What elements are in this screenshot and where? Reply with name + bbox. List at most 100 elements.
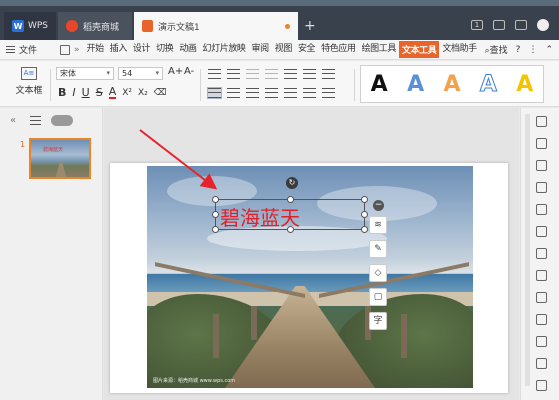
- numbered-list-icon[interactable]: [227, 69, 240, 79]
- align-center-icon[interactable]: [227, 88, 240, 98]
- menu-item-insert[interactable]: 插入: [107, 41, 130, 58]
- text-style-icon[interactable]: 字: [369, 312, 387, 330]
- slide-number: 1: [20, 140, 26, 149]
- clear-format-button[interactable]: ⌫: [154, 88, 167, 98]
- slide-thumbnail[interactable]: 碧海蓝天: [29, 138, 91, 179]
- save-icon[interactable]: [60, 44, 70, 55]
- distribute-icon[interactable]: [284, 88, 297, 98]
- menu-item-features[interactable]: 特色应用: [318, 41, 358, 58]
- select-icon[interactable]: [536, 138, 547, 149]
- strikethrough-button[interactable]: S: [96, 86, 103, 99]
- cube-icon[interactable]: [515, 20, 527, 30]
- italic-button[interactable]: I: [72, 86, 75, 99]
- avatar[interactable]: [537, 19, 549, 31]
- shape-icon[interactable]: [536, 160, 547, 171]
- more-options-icon[interactable]: ⋮: [528, 45, 537, 55]
- rotate-handle-icon[interactable]: ↻: [286, 177, 298, 189]
- bullet-list-icon[interactable]: [208, 69, 221, 79]
- align-left-icon[interactable]: [207, 87, 222, 99]
- menu-item-text-tools[interactable]: 文本工具: [398, 41, 440, 58]
- menu-item-transition[interactable]: 切换: [153, 41, 176, 58]
- file-menu[interactable]: 文件: [0, 43, 56, 56]
- menu-item-home[interactable]: 开始: [84, 41, 107, 58]
- shrink-font-button[interactable]: A-: [184, 66, 194, 77]
- menu-item-slideshow[interactable]: 幻灯片放映: [200, 41, 249, 58]
- layers-icon[interactable]: ≋: [369, 216, 387, 234]
- collapse-toolbar-icon[interactable]: −: [373, 200, 384, 211]
- bold-button[interactable]: B: [58, 86, 66, 99]
- vertical-align-icon[interactable]: [322, 88, 335, 98]
- divider: [354, 69, 355, 101]
- slides-view-toggle[interactable]: [51, 114, 74, 126]
- settings-icon[interactable]: [536, 204, 547, 215]
- tab-shop[interactable]: 稻壳商城: [58, 12, 132, 40]
- resize-handle[interactable]: [212, 196, 219, 203]
- layout-icon[interactable]: [536, 270, 547, 281]
- increase-indent-icon[interactable]: [265, 69, 278, 79]
- menu-item-design[interactable]: 设计: [130, 41, 153, 58]
- menu-item-security[interactable]: 安全: [295, 41, 318, 58]
- resize-handle[interactable]: [361, 211, 368, 218]
- resize-handle[interactable]: [212, 211, 219, 218]
- text-style-black[interactable]: A: [371, 72, 388, 97]
- tab-document[interactable]: 演示文稿1: [134, 12, 298, 40]
- text-style-yellow[interactable]: A: [516, 72, 533, 97]
- vertical-scrollbar[interactable]: [525, 114, 530, 386]
- menu-item-animation[interactable]: 动画: [176, 41, 199, 58]
- decrease-indent-icon[interactable]: [246, 69, 259, 79]
- resize-handle[interactable]: [361, 226, 368, 233]
- image-icon[interactable]: [536, 336, 547, 347]
- menu-item-doc-assistant[interactable]: 文档助手: [439, 41, 479, 58]
- outline-view-icon[interactable]: [30, 115, 42, 125]
- menu-item-drawing-tools[interactable]: 绘图工具: [359, 41, 399, 58]
- template-icon[interactable]: [536, 292, 547, 303]
- align-text-icon[interactable]: [303, 69, 316, 79]
- pen-icon[interactable]: ✎: [369, 240, 387, 258]
- font-size-select[interactable]: 54 ▾: [118, 67, 163, 80]
- underline-button[interactable]: U: [82, 86, 90, 99]
- collapse-panel-icon[interactable]: «: [10, 115, 16, 126]
- menu-item-review[interactable]: 审阅: [249, 41, 272, 58]
- slide[interactable]: 图片来源：稻壳商城 www.wps.com ↻ 碧海蓝天: [110, 163, 508, 393]
- superscript-button[interactable]: X²: [122, 88, 132, 98]
- search-button[interactable]: ⌕查找: [485, 43, 508, 56]
- resize-handle[interactable]: [287, 226, 294, 233]
- subscript-button[interactable]: X₂: [138, 88, 148, 98]
- textbox-button[interactable]: A≡ 文本框: [14, 67, 44, 96]
- selected-text-box[interactable]: 碧海蓝天: [212, 196, 368, 233]
- text-style-orange[interactable]: A: [443, 72, 460, 97]
- help-icon[interactable]: ?: [516, 45, 521, 55]
- text-direction-icon[interactable]: [284, 69, 297, 79]
- list-row: [208, 69, 335, 79]
- text-style-outline[interactable]: A: [479, 71, 497, 97]
- resize-handle[interactable]: [361, 196, 368, 203]
- backup-icon[interactable]: [536, 380, 547, 391]
- text-style-blue[interactable]: A: [407, 72, 424, 97]
- align-right-icon[interactable]: [246, 88, 259, 98]
- align-row: [207, 87, 335, 99]
- menu-item-view[interactable]: 视图: [272, 41, 295, 58]
- grow-font-button[interactable]: A+: [168, 66, 183, 77]
- new-tab-button[interactable]: +: [304, 19, 316, 33]
- resize-handle[interactable]: [287, 196, 294, 203]
- skin-icon[interactable]: [493, 20, 505, 30]
- audio-icon[interactable]: [536, 358, 547, 369]
- line-spacing-icon[interactable]: [322, 69, 335, 79]
- outline-icon[interactable]: ▢: [369, 288, 387, 306]
- share-icon[interactable]: [536, 314, 547, 325]
- resize-handle[interactable]: [212, 226, 219, 233]
- star-icon[interactable]: [536, 248, 547, 259]
- window-count-icon[interactable]: 1: [471, 20, 483, 30]
- fill-icon[interactable]: ◇: [369, 264, 387, 282]
- animation-icon[interactable]: [536, 226, 547, 237]
- columns-icon[interactable]: [303, 88, 316, 98]
- font-color-button[interactable]: A: [108, 86, 117, 99]
- tab-wps[interactable]: W WPS: [4, 12, 56, 40]
- collapse-ribbon-icon[interactable]: ⌃: [545, 45, 553, 55]
- font-family-select[interactable]: 宋体 ▾: [56, 67, 114, 80]
- collapse-sidebar-icon[interactable]: [536, 116, 547, 127]
- justify-icon[interactable]: [265, 88, 278, 98]
- beach-boardwalk-image[interactable]: 图片来源：稻壳商城 www.wps.com ↻ 碧海蓝天: [147, 166, 473, 388]
- more-chevron-icon[interactable]: »: [74, 45, 80, 55]
- copy-icon[interactable]: [536, 182, 547, 193]
